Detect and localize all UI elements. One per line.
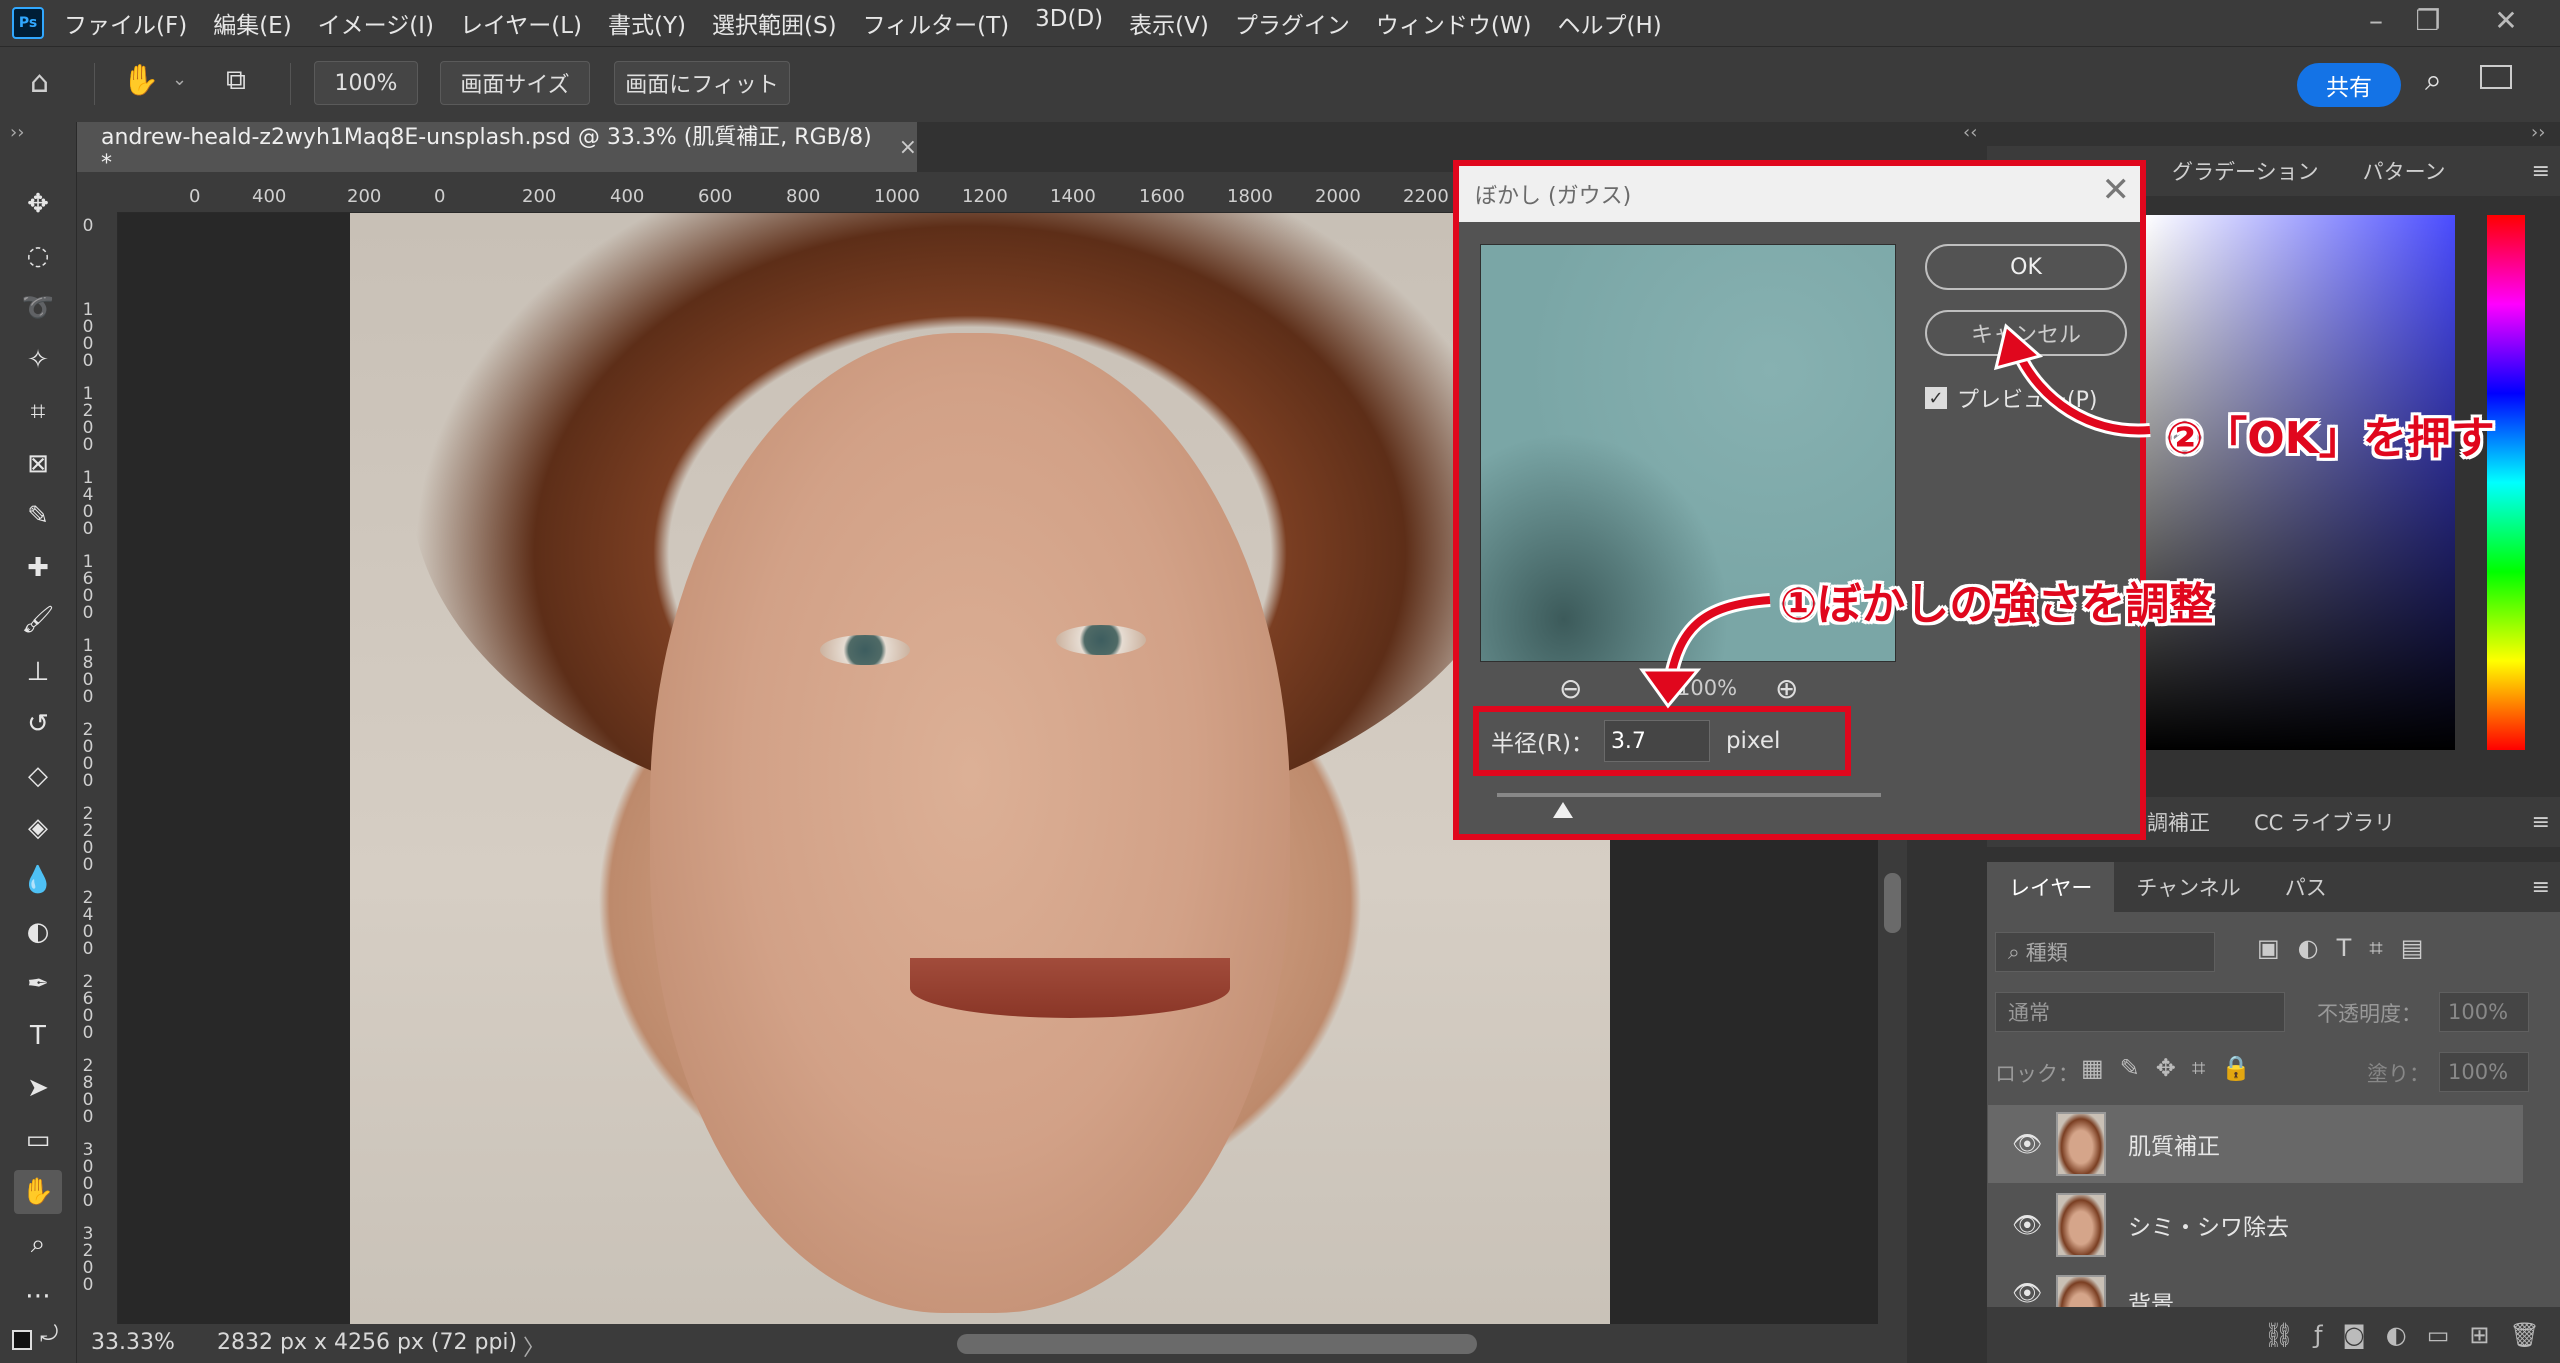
annotation-arrows [1639,323,2151,709]
arrow-head-step2 [1993,323,2044,371]
arrow-head-step1 [1639,668,1702,709]
arrow-step1 [1666,596,1771,681]
